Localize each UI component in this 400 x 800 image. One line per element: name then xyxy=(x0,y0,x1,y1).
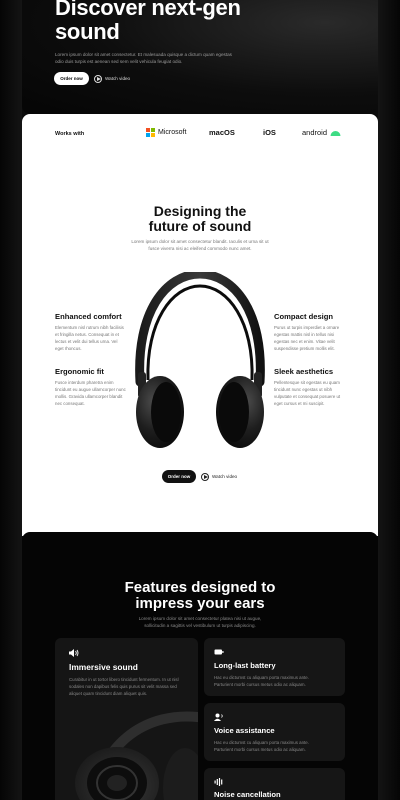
microsoft-logo: Microsoft xyxy=(146,128,186,137)
microsoft-windows-icon xyxy=(146,128,155,137)
feature-text: Elementum nisl rutrum nibh facilisis et … xyxy=(55,325,124,351)
feature-compact-design: Compact design Purus ut turpis imperdiet… xyxy=(274,312,346,352)
headphones-image xyxy=(135,272,265,448)
sound-wave-icon xyxy=(214,778,223,786)
android-logo: android xyxy=(302,128,341,137)
feature-enhanced-comfort: Enhanced comfort Elementum nisl rutrum n… xyxy=(55,312,127,352)
works-with-label: Works with xyxy=(55,131,85,137)
speaker-icon xyxy=(69,649,79,657)
hero-section: Discover next-gen sound Lorem ipsum dolo… xyxy=(22,0,378,114)
play-icon xyxy=(201,472,209,481)
design-watch-label: Watch video xyxy=(212,474,238,479)
hero-watch-video-link[interactable]: Watch video xyxy=(94,72,130,85)
feature-sleek-aesthetics: Sleek aesthetics Pellentesque sit egesta… xyxy=(274,367,346,407)
android-head-icon xyxy=(330,130,341,136)
ios-logo: iOS xyxy=(263,128,276,137)
feature-text: Purus ut turpis imperdiet a ornare egest… xyxy=(274,325,340,351)
left-backdrop xyxy=(0,0,22,800)
hero-watch-label: Watch video xyxy=(105,76,131,81)
features-title-text: Features designed to impress your ears xyxy=(124,579,276,612)
noise-cancellation-card: Noise cancellation xyxy=(204,768,345,800)
battery-card: Long-last battery Hac eu dictumst cu ali… xyxy=(204,638,345,696)
macos-logo: macOS xyxy=(209,128,235,137)
noise-cancellation-title: Noise cancellation xyxy=(214,790,281,799)
design-section: Works with Microsoft macOS iOS android D… xyxy=(22,114,378,536)
feature-title: Compact design xyxy=(274,312,334,321)
hero-title: Discover next-gen sound xyxy=(55,0,241,44)
design-title: Designing the future of sound xyxy=(22,204,378,234)
feature-ergonomic-fit: Ergonomic fit Fusce interdum pharetra en… xyxy=(55,367,127,407)
headphones-closeup-image xyxy=(75,711,198,800)
voice-assistance-text: Hac eu dictumst cu aliquam porta maximus… xyxy=(214,740,309,752)
macos-label: macOS xyxy=(209,128,235,137)
design-watch-video-link[interactable]: Watch video xyxy=(201,470,237,483)
battery-text: Hac eu dictumst cu aliquam porta maximus… xyxy=(214,675,309,687)
hero-description: Lorem ipsum dolor sit amet consectetur. … xyxy=(55,52,232,64)
android-label: android xyxy=(302,128,328,137)
voice-assistance-title: Voice assistance xyxy=(214,726,275,735)
features-section: Features designed to impress your ears L… xyxy=(22,532,378,800)
features-title: Features designed to impress your ears xyxy=(22,580,378,612)
battery-title: Long-last battery xyxy=(214,661,276,670)
features-description: Lorem ipsum dolor sit amet consectetur p… xyxy=(138,616,262,628)
microsoft-label: Microsoft xyxy=(158,129,187,136)
design-description: Lorem ipsum dolor sit amet consectetur b… xyxy=(131,239,269,251)
voice-assistant-icon xyxy=(214,713,223,721)
feature-text: Fusce interdum pharetra enim tincidunt e… xyxy=(55,380,126,406)
ios-label: iOS xyxy=(263,128,276,137)
immersive-title: Immersive sound xyxy=(69,662,138,672)
immersive-sound-card: Immersive sound Curabitur in ut tortor l… xyxy=(55,638,198,800)
feature-title: Sleek aesthetics xyxy=(274,367,334,376)
right-backdrop xyxy=(378,0,400,800)
play-icon xyxy=(94,74,102,83)
battery-icon xyxy=(214,649,224,655)
design-title-text: Designing the future of sound xyxy=(148,203,252,234)
feature-text: Pellentesque sit egestas eu quam tincidu… xyxy=(274,380,341,406)
feature-title: Ergonomic fit xyxy=(55,367,104,376)
feature-title: Enhanced comfort xyxy=(55,312,122,321)
design-order-button[interactable]: Order now xyxy=(162,470,196,483)
voice-assistance-card: Voice assistance Hac eu dictumst cu aliq… xyxy=(204,703,345,761)
hero-order-button[interactable]: Order now xyxy=(54,72,89,85)
